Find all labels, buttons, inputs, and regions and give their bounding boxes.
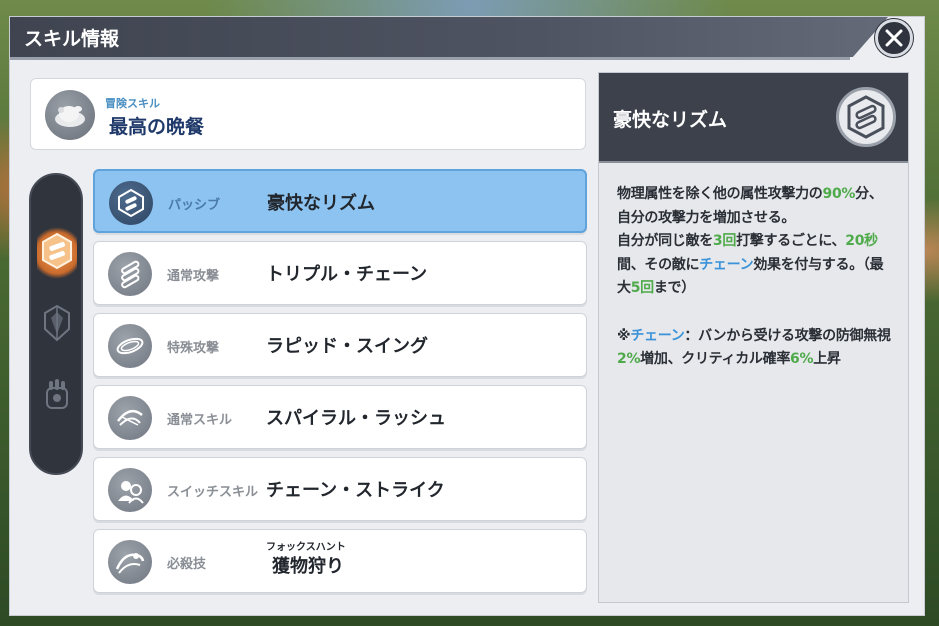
tab-gauntlet[interactable]	[37, 369, 77, 425]
skill-type-label: 通常スキル	[167, 413, 233, 428]
skill-name: 獲物狩り	[272, 556, 344, 577]
description-text: ※	[617, 327, 631, 344]
knight-crest-icon	[41, 303, 73, 347]
triple-chain-icon	[108, 252, 152, 296]
spiral-rush-icon	[108, 396, 152, 440]
character-tab-rail	[29, 173, 83, 475]
close-button[interactable]	[875, 19, 913, 57]
skill-type-label: パッシブ	[168, 198, 221, 213]
tab-knight-crest[interactable]	[37, 297, 77, 353]
skill-row-switch-skill[interactable]: スイッチスキル チェーン・ストライク	[93, 457, 587, 521]
description-note: ※チェーン：バンから受ける攻撃の防御無視 2%増加、クリティカル確率6%上昇	[617, 325, 893, 372]
skill-info-window: スキル情報 冒険スキル 最高の晩餐 パッシブ 豪快なリズム 通常攻撃 トリプル・…	[9, 16, 925, 616]
description-text: 上昇	[813, 351, 841, 367]
description-value: 90%	[822, 186, 856, 202]
description-paragraph-1: 物理属性を除く他の属性攻撃力の90%分、自分の攻撃力を増加させる。	[617, 183, 893, 230]
skill-name: トリプル・チェーン	[266, 264, 428, 285]
tab-chain-skills[interactable]	[37, 225, 77, 281]
skill-row-normal-attack[interactable]: 通常攻撃 トリプル・チェーン	[93, 241, 587, 305]
description-text: 物理属性を除く他の属性攻撃力の	[617, 186, 823, 202]
skill-type-label: 通常攻撃	[167, 269, 220, 284]
skill-name: 豪快なリズム	[267, 193, 375, 214]
description-keyword: チェーン	[699, 256, 754, 273]
skill-description: 物理属性を除く他の属性攻撃力の90%分、自分の攻撃力を増加させる。 自分が同じ敵…	[617, 183, 893, 372]
fox-hunt-icon	[108, 540, 152, 584]
window-content: 冒険スキル 最高の晩餐 パッシブ 豪快なリズム 通常攻撃 トリプル・チェーン 特…	[10, 60, 926, 617]
skill-type-label: 特殊攻撃	[167, 341, 220, 356]
adventure-skill-name: 最高の晩餐	[109, 116, 205, 138]
close-icon	[885, 29, 903, 47]
description-value: 2%	[617, 351, 641, 367]
description-text: まで）	[653, 280, 695, 296]
description-paragraph-2: 自分が同じ敵を3回打撃するごとに、20秒間、その敵にチェーン効果を付与する。（最…	[617, 230, 893, 301]
skill-name-ruby: フォックスハント	[266, 542, 346, 553]
description-value: 3回	[712, 233, 737, 249]
description-text: 自分が同じ敵を	[617, 233, 713, 249]
chain-rhythm-icon	[109, 181, 153, 225]
skill-type-label: スイッチスキル	[167, 485, 259, 500]
description-text: ：バンから受ける攻撃の防御無視	[684, 327, 891, 344]
description-text: 間、その敵に	[617, 256, 700, 273]
skill-row-normal-skill[interactable]: 通常スキル スパイラル・ラッシュ	[93, 385, 587, 449]
skill-name: スパイラル・ラッシュ	[266, 408, 446, 429]
chain-skill-icon	[41, 232, 73, 274]
title-bar: スキル情報	[10, 17, 888, 57]
description-value: 5回	[630, 280, 654, 296]
gauntlet-icon	[41, 376, 73, 418]
skill-name: チェーン・ストライク	[266, 480, 445, 501]
chain-strike-icon	[108, 468, 152, 512]
chain-rhythm-emblem-icon	[836, 87, 896, 147]
description-keyword: チェーン	[630, 327, 685, 344]
skill-row-passive[interactable]: パッシブ 豪快なリズム	[93, 169, 587, 233]
adventure-skill-label: 冒険スキル	[105, 97, 160, 110]
skill-detail-title: 豪快なリズム	[613, 109, 728, 131]
skill-detail-panel: 豪快なリズム 物理属性を除く他の属性攻撃力の90%分、自分の攻撃力を増加させる。…	[598, 72, 909, 603]
skill-row-ultimate[interactable]: 必殺技 フォックスハント 獲物狩り	[93, 529, 587, 593]
skill-name: ラピッド・スイング	[266, 336, 428, 357]
window-title: スキル情報	[24, 28, 120, 50]
roast-chicken-icon	[45, 90, 95, 140]
skill-type-label: 必殺技	[167, 557, 207, 572]
description-text: 増加、クリティカル確率	[640, 351, 791, 367]
rapid-swing-icon	[108, 324, 152, 368]
description-value: 20秒	[845, 233, 878, 249]
description-text: 打撃するごとに、	[736, 233, 846, 249]
skill-detail-header: 豪快なリズム	[599, 73, 908, 163]
skill-row-special-attack[interactable]: 特殊攻撃 ラピッド・スイング	[93, 313, 587, 377]
description-value: 6%	[790, 351, 814, 367]
adventure-skill-card: 冒険スキル 最高の晩餐	[30, 78, 586, 150]
